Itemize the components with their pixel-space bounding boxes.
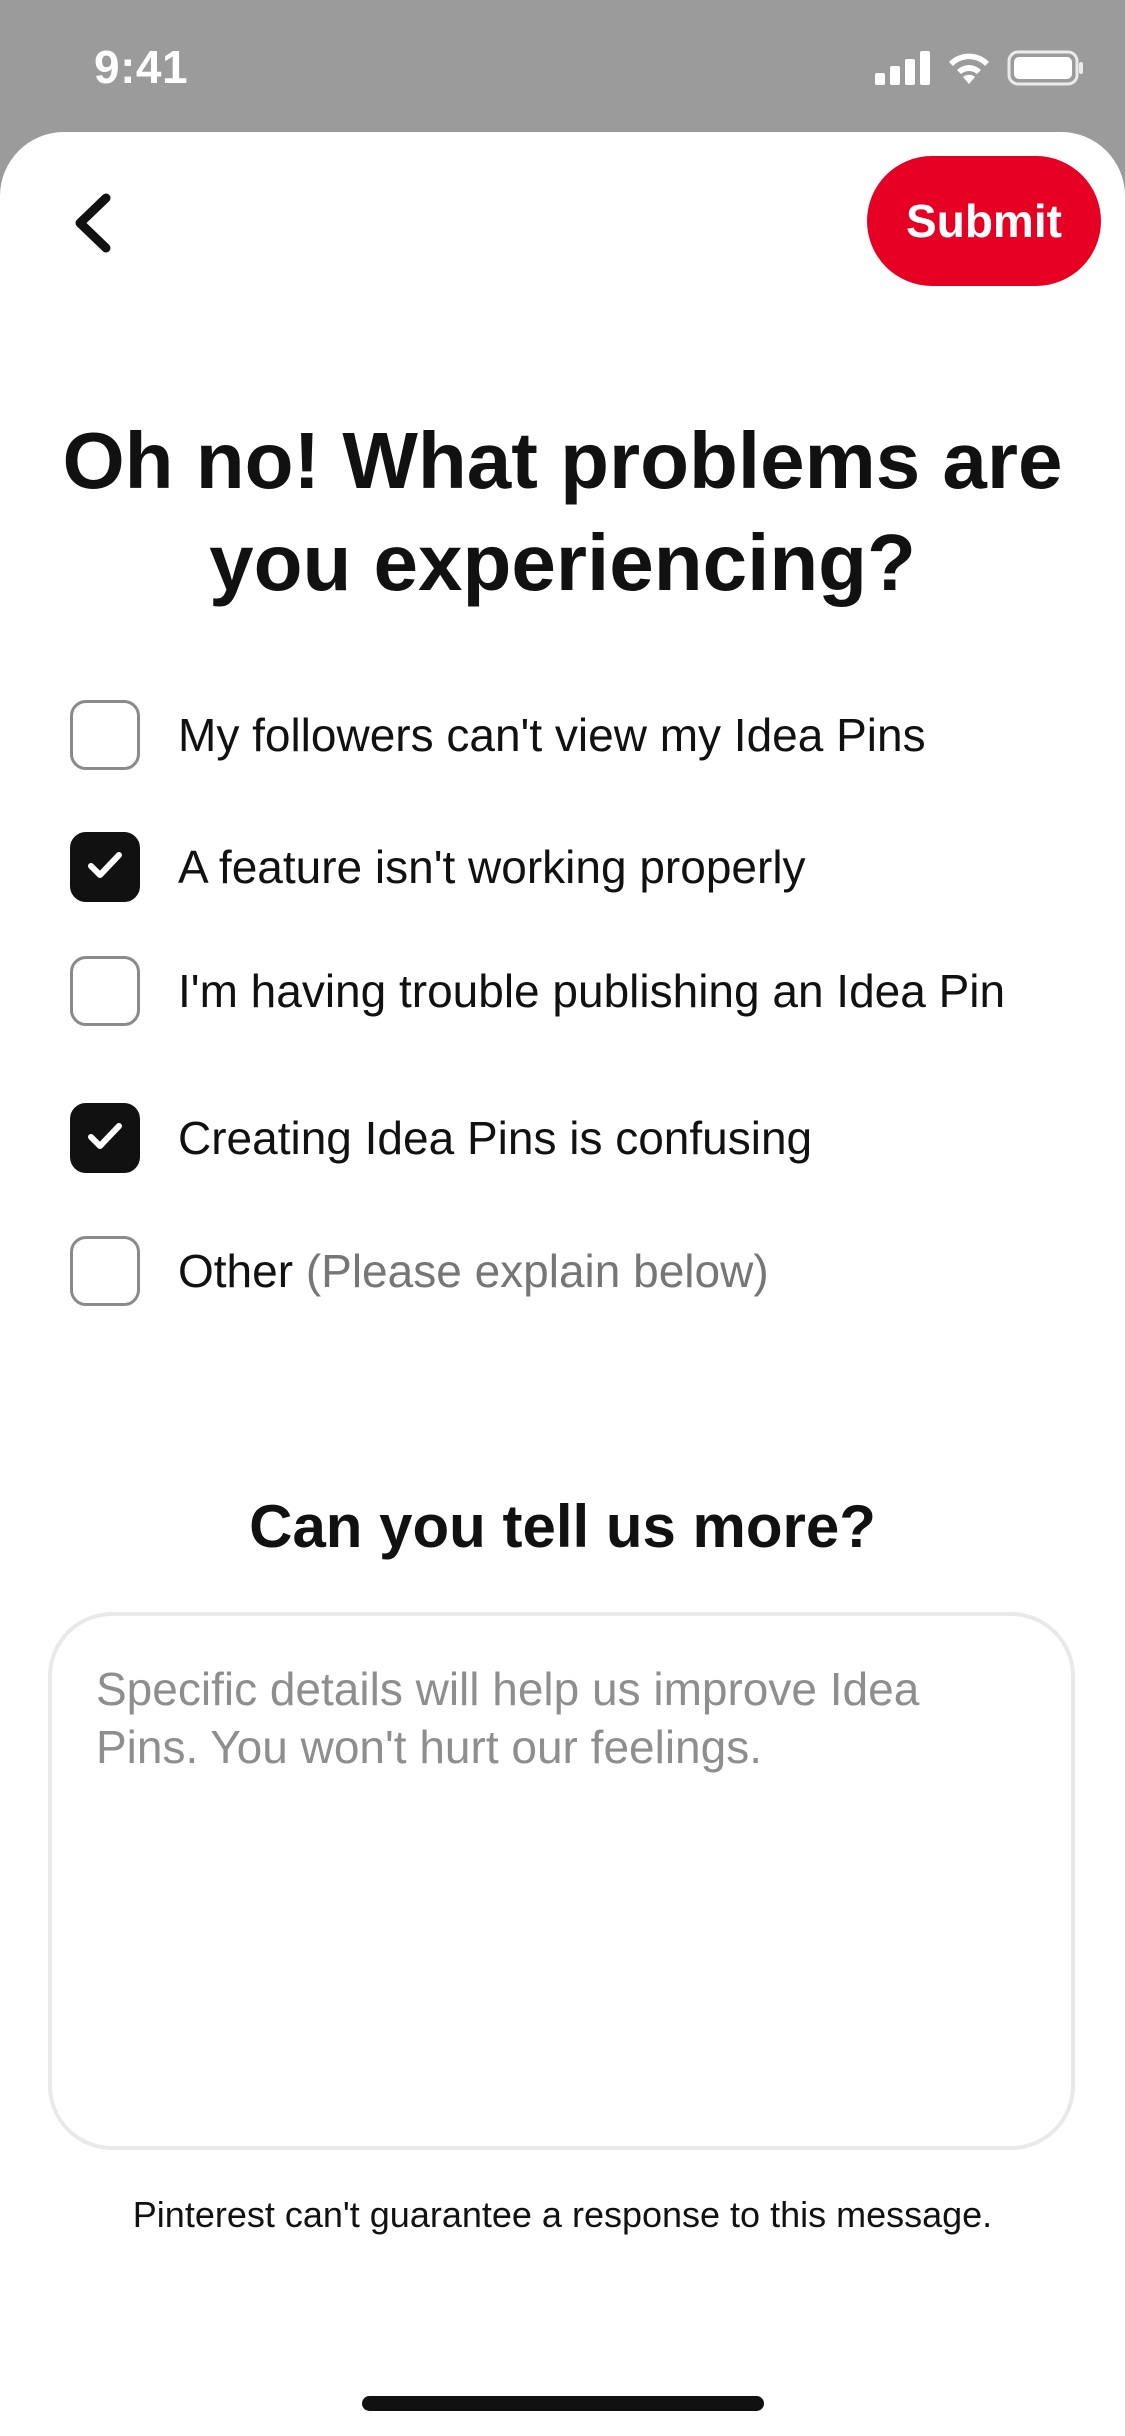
problem-option-label: I'm having trouble publishing an Idea Pi… — [178, 965, 1006, 1017]
problem-option-label: A feature isn't working properly — [178, 841, 806, 893]
checkbox-checked[interactable] — [70, 1103, 140, 1173]
problem-option[interactable]: I'm having trouble publishing an Idea Pi… — [70, 956, 1065, 1026]
status-icons — [875, 50, 1085, 90]
problem-option-label: Other — [178, 1245, 294, 1297]
checkbox-checked[interactable] — [70, 832, 140, 902]
phone-screen: 9:41 Submit Oh no! What problems are you… — [0, 0, 1125, 2436]
problem-option-label: Creating Idea Pins is confusing — [178, 1112, 813, 1164]
checkmark-icon — [85, 1119, 125, 1158]
details-textarea[interactable] — [48, 1612, 1075, 2150]
problem-option-hint: (Please explain below) — [305, 1245, 769, 1297]
checkbox-unchecked[interactable] — [70, 1236, 140, 1306]
problem-option[interactable]: Creating Idea Pins is confusing — [70, 1103, 1065, 1173]
home-indicator — [362, 2396, 764, 2411]
status-time: 9:41 — [94, 41, 189, 93]
back-button[interactable] — [58, 190, 128, 260]
problem-option[interactable]: A feature isn't working properly — [70, 832, 1065, 902]
battery-icon — [1007, 50, 1085, 91]
problem-option-label: My followers can't view my Idea Pins — [178, 709, 926, 761]
problem-option-label-wrap: I'm having trouble publishing an Idea Pi… — [178, 956, 1005, 1019]
page-title: Oh no! What problems are you experiencin… — [62, 416, 1063, 607]
feedback-sheet: Submit Oh no! What problems are you expe… — [0, 132, 1125, 2436]
problem-option[interactable]: My followers can't view my Idea Pins — [70, 700, 1065, 770]
disclaimer-text: Pinterest can't guarantee a response to … — [132, 2194, 993, 2235]
wifi-icon — [945, 50, 993, 91]
problem-option-label-wrap: My followers can't view my Idea Pins — [178, 700, 926, 763]
status-bar: 9:41 — [0, 0, 1125, 130]
chevron-left-icon — [70, 192, 116, 259]
problem-option-label-wrap: Creating Idea Pins is confusing — [178, 1103, 812, 1166]
cellular-signal-icon — [875, 50, 931, 90]
more-details-title: Can you tell us more? — [249, 1493, 876, 1560]
problem-option[interactable]: Other (Please explain below) — [70, 1236, 1065, 1306]
checkmark-icon — [85, 848, 125, 887]
submit-button[interactable]: Submit — [867, 156, 1101, 286]
problem-option-label-wrap: A feature isn't working properly — [178, 832, 806, 895]
checkbox-unchecked[interactable] — [70, 700, 140, 770]
problem-option-label-wrap: Other (Please explain below) — [178, 1236, 769, 1299]
checkbox-unchecked[interactable] — [70, 956, 140, 1026]
